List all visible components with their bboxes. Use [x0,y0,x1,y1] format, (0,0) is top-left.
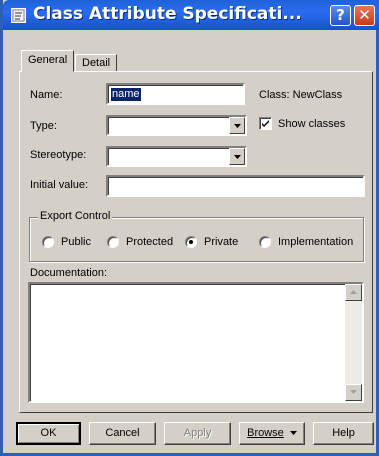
help-button[interactable]: Help [313,422,374,445]
title-bar[interactable]: Class Attribute Specificati... ? ✕ [3,0,379,30]
stereotype-dropdown-button[interactable] [229,148,245,165]
close-title-button[interactable]: ✕ [354,5,375,26]
radio-protected[interactable] [107,236,119,248]
tab-general-label: General [28,54,68,66]
close-icon: ✕ [358,6,371,24]
type-label: Type: [30,120,57,132]
browse-button-label: Browse [247,427,284,439]
chevron-down-icon [234,155,241,159]
window-title: Class Attribute Specificati... [33,4,302,24]
ok-button[interactable]: OK [16,422,81,445]
radio-implementation[interactable] [259,236,271,248]
radio-protected-label: Protected [126,236,174,248]
ok-button-label: OK [40,427,57,439]
apply-button-label: Apply [183,427,212,439]
apply-button[interactable]: Apply [164,422,231,445]
class-value: NewClass [292,89,343,101]
class-attribute-icon [11,8,26,23]
chevron-down-icon [234,124,241,128]
radio-public-label: Public [61,236,91,248]
show-classes-checkbox[interactable] [259,117,272,130]
initial-value-input[interactable] [106,175,365,197]
help-title-button[interactable]: ? [330,5,351,26]
browse-button[interactable]: Browse [239,422,305,445]
documentation-scrollbar[interactable] [345,284,362,401]
dialog-window: Class Attribute Specificati... ? ✕ Gener… [0,0,379,456]
chevron-down-icon [350,390,357,394]
tab-detail-label: Detail [82,57,111,69]
name-input[interactable]: name [106,83,245,105]
class-label: Class: [259,89,290,101]
radio-private-label: Private [204,236,239,248]
documentation-label: Documentation: [30,267,108,279]
tab-general[interactable]: General [21,50,75,72]
scroll-down-button[interactable] [345,384,362,401]
name-input-value: name [111,88,141,101]
help-button-label: Help [332,427,355,439]
cancel-button[interactable]: Cancel [89,422,156,445]
checkmark-icon [262,120,269,127]
radio-selected-dot [189,240,193,244]
type-dropdown-button[interactable] [229,117,245,134]
documentation-textarea[interactable] [28,282,364,403]
dropdown-arrow-icon [289,431,297,436]
stereotype-label: Stereotype: [30,149,87,161]
radio-public[interactable] [42,236,54,248]
scroll-up-button[interactable] [345,284,362,301]
radio-private[interactable] [185,236,197,248]
chevron-up-icon [350,290,357,294]
name-label: Name: [30,89,63,101]
initial-value-label: Initial value: [30,179,89,191]
export-control-title: Export Control [38,210,113,222]
cancel-button-label: Cancel [105,427,140,439]
stereotype-dropdown[interactable] [106,146,247,167]
question-mark-icon: ? [336,6,345,24]
show-classes-label: Show classes [278,118,346,130]
tab-detail[interactable]: Detail [75,54,118,72]
type-dropdown[interactable] [106,115,247,136]
radio-implementation-label: Implementation [278,236,354,248]
class-info: Class: NewClass [259,89,342,101]
